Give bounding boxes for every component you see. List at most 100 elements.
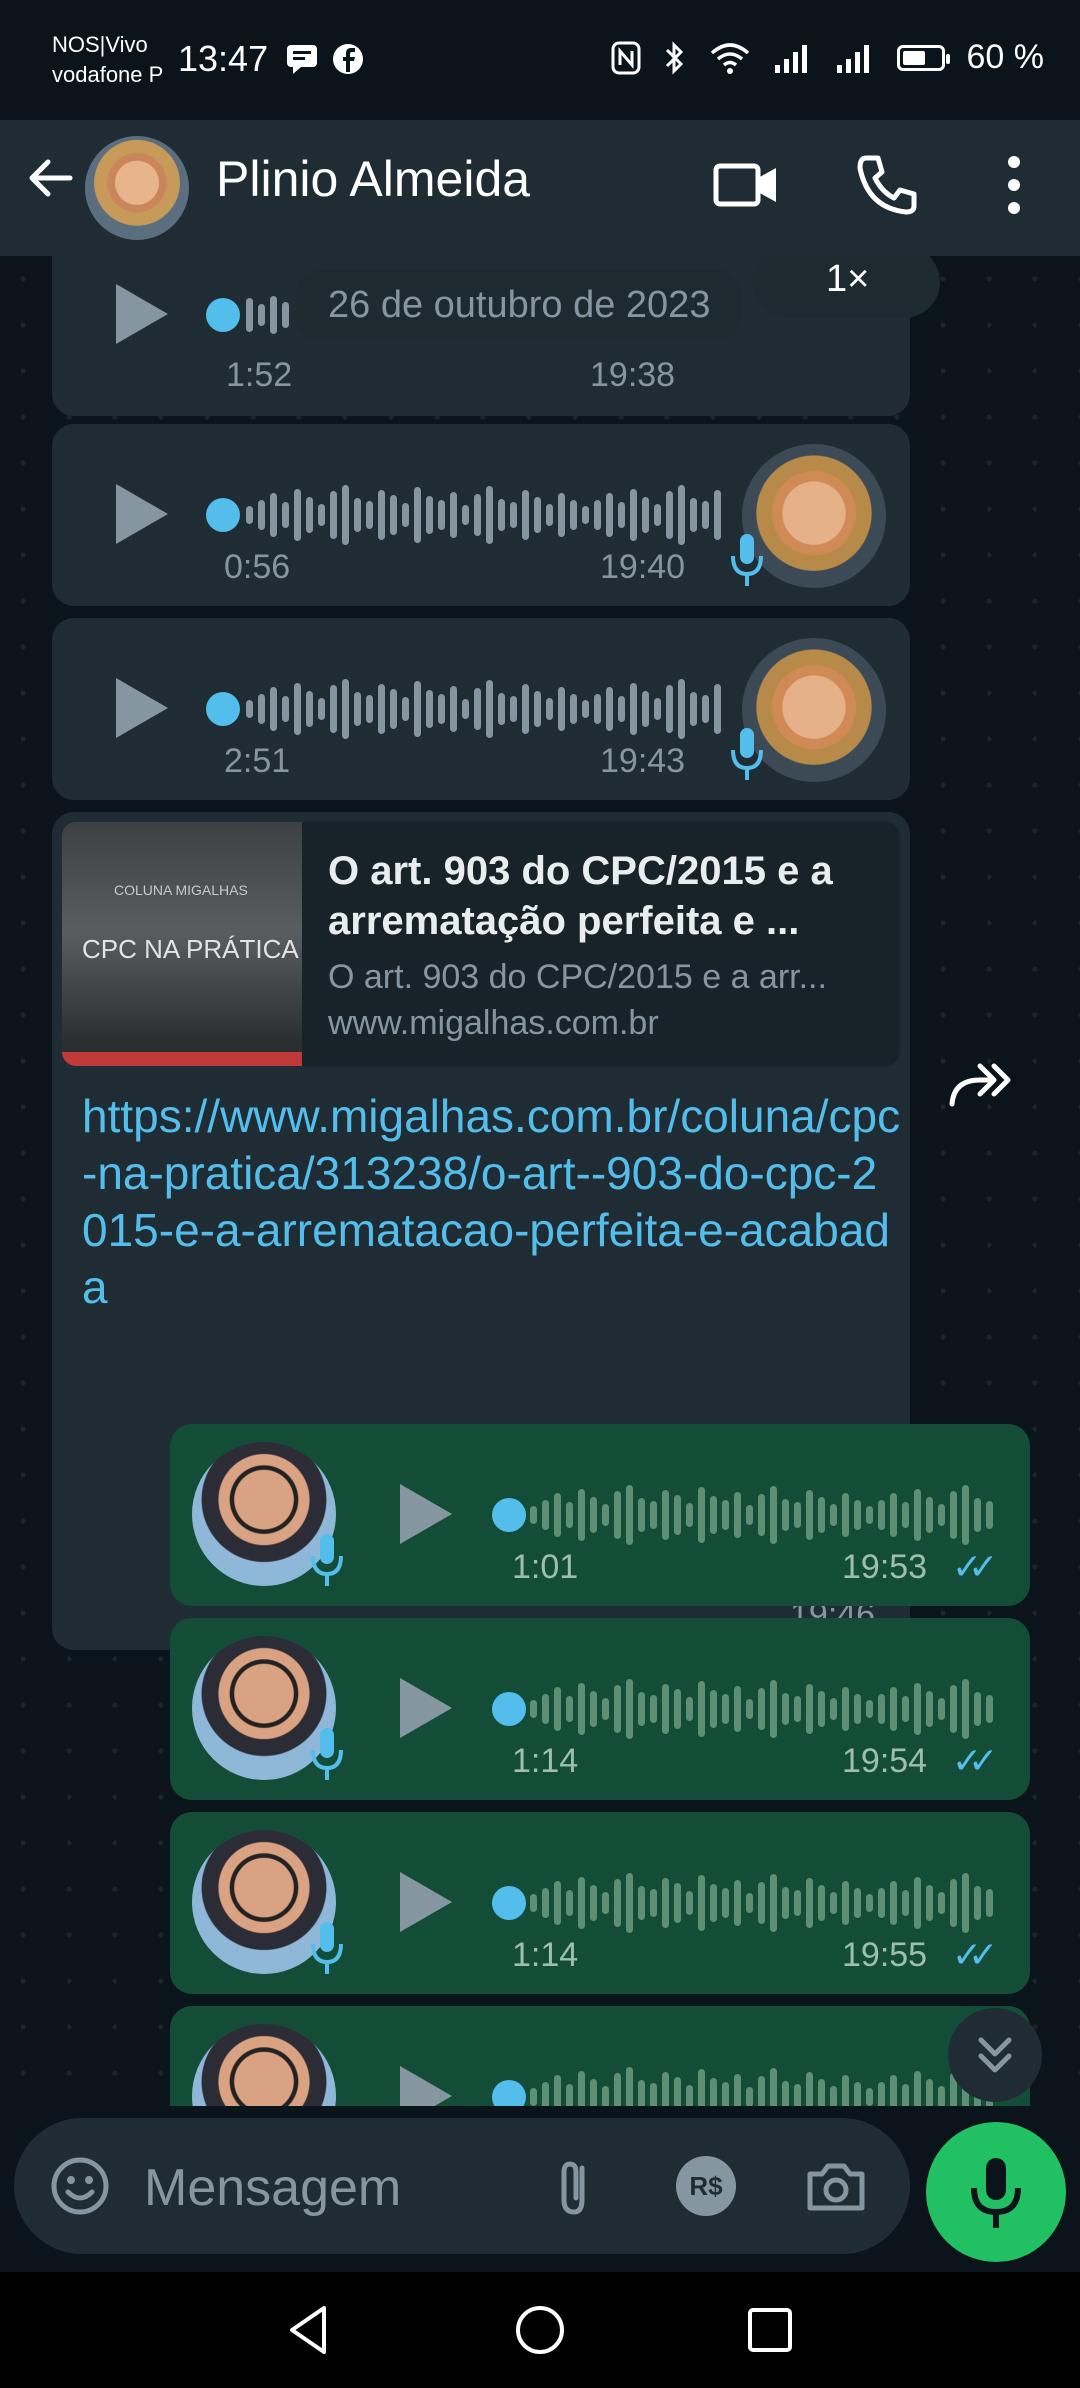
- waveform-bar: [542, 1500, 549, 1530]
- voice-waveform[interactable]: [246, 674, 736, 744]
- waveform-bar: [642, 691, 649, 727]
- waveform-bar: [626, 1873, 633, 1933]
- waveform-bar: [662, 1878, 669, 1928]
- play-icon[interactable]: [400, 1484, 452, 1544]
- read-receipt-icon: ✓✓: [952, 1740, 998, 1781]
- voice-waveform[interactable]: [530, 1674, 1000, 1744]
- voice-progress-dot[interactable]: [206, 692, 240, 726]
- waveform-bar: [758, 1494, 765, 1536]
- waveform-bar: [614, 1685, 621, 1733]
- link-preview-card[interactable]: COLUNA MIGALHAS CPC NA PRÁTICA O art. 90…: [62, 822, 900, 1066]
- voice-progress-dot[interactable]: [492, 1498, 526, 1532]
- waveform-bar: [758, 2076, 765, 2106]
- play-icon[interactable]: [116, 678, 168, 738]
- waveform-bar: [630, 683, 637, 735]
- waveform-bar: [938, 1892, 945, 1914]
- message-link[interactable]: https://www.migalhas.com.br/coluna/cpc-n…: [82, 1088, 902, 1316]
- playback-speed-button[interactable]: 1×: [752, 256, 940, 318]
- message-input[interactable]: Mensagem: [144, 2158, 401, 2218]
- waveform-bar: [842, 2075, 849, 2106]
- waveform-bar: [330, 491, 337, 539]
- waveform-bar: [666, 685, 673, 733]
- waveform-bar: [950, 1685, 957, 1733]
- voice-record-button[interactable]: [926, 2122, 1066, 2262]
- waveform-bar: [590, 1691, 597, 1727]
- voice-waveform[interactable]: [530, 1480, 1000, 1550]
- waveform-bar: [542, 2082, 549, 2106]
- nav-recents-icon[interactable]: [738, 2298, 802, 2362]
- contact-name[interactable]: Plinio Almeida: [216, 150, 530, 208]
- voice-progress-dot[interactable]: [492, 1692, 526, 1726]
- waveform-bar: [626, 1679, 633, 1739]
- camera-icon[interactable]: [802, 2152, 870, 2220]
- voice-progress-dot[interactable]: [492, 1886, 526, 1920]
- video-call-icon[interactable]: [700, 140, 790, 230]
- play-icon[interactable]: [400, 1678, 452, 1738]
- nav-back-icon[interactable]: [278, 2298, 342, 2362]
- waveform-bar: [950, 1879, 957, 1927]
- waveform-bar: [986, 1501, 993, 1529]
- waveform-bar: [638, 1498, 645, 1532]
- contact-avatar[interactable]: [85, 136, 189, 240]
- waveform-bar: [794, 1696, 801, 1722]
- waveform-bar: [902, 1696, 909, 1722]
- waveform-bar: [702, 501, 709, 529]
- voice-waveform[interactable]: [530, 1868, 1000, 1938]
- voice-waveform[interactable]: [246, 480, 736, 550]
- outgoing-voice-message: 1:14 19:54 ✓✓: [170, 1618, 1030, 1800]
- voice-progress-dot[interactable]: [206, 498, 240, 532]
- play-icon[interactable]: [116, 284, 168, 344]
- back-arrow-icon[interactable]: [22, 150, 78, 206]
- scroll-to-bottom-button[interactable]: [948, 2008, 1042, 2102]
- waveform-bar: [854, 1888, 861, 1918]
- waveform-bar: [318, 504, 325, 526]
- microphone-icon: [311, 1728, 343, 1780]
- waveform-bar: [402, 697, 409, 721]
- forward-icon[interactable]: [940, 1046, 1020, 1126]
- waveform-bar: [554, 2075, 561, 2106]
- waveform-bar: [342, 679, 349, 739]
- waveform-bar: [782, 1499, 789, 1531]
- voice-call-icon[interactable]: [842, 140, 932, 230]
- waveform-bar: [878, 2082, 885, 2106]
- chat-area[interactable]: 1× 1:52 19:38 26 de outubro de 2023 0:56…: [0, 256, 1080, 2106]
- outgoing-voice-message: 1:14 19:55 ✓✓: [170, 1812, 1030, 1994]
- waveform-bar: [902, 1502, 909, 1528]
- date-chip: 26 de outubro de 2023: [296, 270, 743, 341]
- waveform-bar: [830, 2086, 837, 2106]
- waveform-bar: [650, 1889, 657, 1917]
- waveform-bar: [902, 1890, 909, 1916]
- waveform-bar: [926, 1691, 933, 1727]
- emoji-icon[interactable]: [46, 2152, 114, 2220]
- waveform-bar: [674, 1495, 681, 1535]
- waveform-bar: [746, 2087, 753, 2106]
- payment-button[interactable]: R$: [676, 2156, 736, 2216]
- waveform-bar: [818, 1691, 825, 1727]
- waveform-bar: [678, 679, 685, 739]
- nav-home-icon[interactable]: [508, 2298, 572, 2362]
- waveform-bar: [618, 696, 625, 722]
- voice-duration: 2:51: [224, 742, 291, 780]
- waveform-bar: [758, 1688, 765, 1730]
- waveform-bar: [722, 1888, 729, 1918]
- voice-waveform[interactable]: [530, 2062, 1000, 2106]
- waveform-bar: [354, 692, 361, 726]
- bluetooth-icon: [665, 40, 683, 75]
- attach-icon[interactable]: [540, 2152, 608, 2220]
- waveform-bar: [674, 1883, 681, 1923]
- message-input-box[interactable]: Mensagem R$: [14, 2118, 910, 2254]
- waveform-bar: [578, 2071, 585, 2106]
- waveform-bar: [710, 1690, 717, 1728]
- waveform-bar: [698, 1487, 705, 1543]
- voice-waveform[interactable]: [246, 280, 289, 350]
- waveform-bar: [602, 2086, 609, 2106]
- play-icon[interactable]: [116, 484, 168, 544]
- more-options-icon[interactable]: [970, 140, 1060, 230]
- voice-progress-dot[interactable]: [206, 298, 240, 332]
- waveform-bar: [530, 1894, 537, 1912]
- waveform-bar: [686, 1503, 693, 1527]
- waveform-bar: [462, 699, 469, 719]
- play-icon[interactable]: [400, 1872, 452, 1932]
- play-icon[interactable]: [400, 2066, 452, 2106]
- voice-progress-dot[interactable]: [492, 2080, 526, 2106]
